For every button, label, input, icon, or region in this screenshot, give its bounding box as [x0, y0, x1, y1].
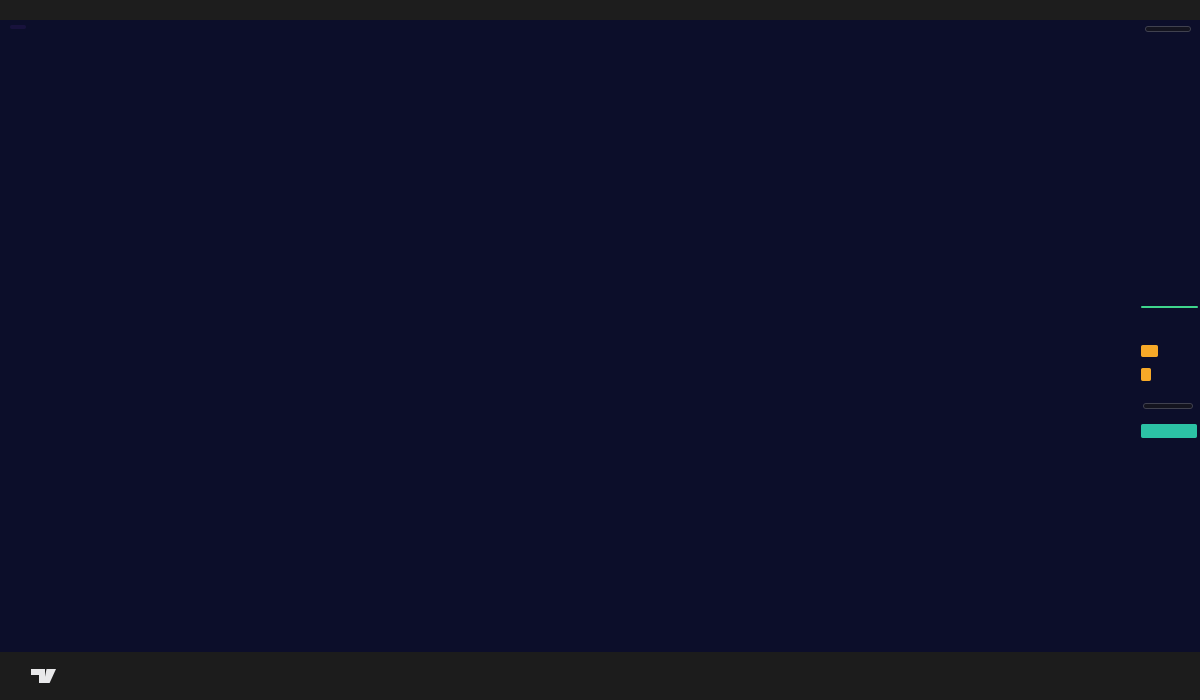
percent-scale-button[interactable] — [1145, 26, 1191, 32]
attribution-bar — [0, 0, 1200, 20]
chart-area[interactable] — [0, 20, 1200, 652]
level-badge-1 — [1141, 345, 1158, 357]
footer-bar — [0, 652, 1200, 700]
usd-scale-button[interactable] — [1143, 403, 1193, 409]
last-price-badge — [1141, 306, 1198, 308]
level-badge-075 — [1141, 368, 1151, 381]
percent-change-badge — [1141, 424, 1197, 438]
tradingview-logo-icon[interactable] — [30, 664, 57, 688]
symbol-legend[interactable] — [10, 25, 26, 29]
chart-canvas[interactable] — [0, 20, 1200, 652]
